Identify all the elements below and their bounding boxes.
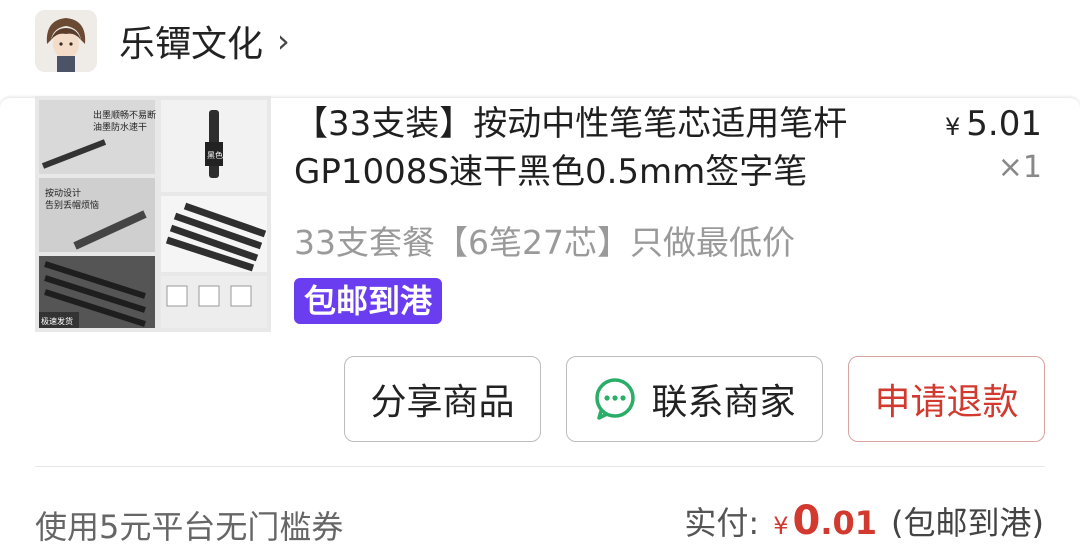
thumb-text-4: 告别丢帽烦恼 [45, 199, 99, 211]
shop-name[interactable]: 乐镡文化 [119, 15, 263, 67]
thumb-text-6: 黑色 [207, 150, 223, 160]
coupon-text[interactable]: 使用5元平台无门槛券 [35, 502, 343, 548]
request-refund-button[interactable]: 申请退款 [848, 356, 1045, 442]
share-product-button[interactable]: 分享商品 [344, 356, 541, 442]
shop-avatar[interactable] [35, 10, 97, 72]
share-product-label: 分享商品 [370, 382, 515, 423]
product-quantity: ×1 [997, 150, 1042, 185]
product-title-line-1: 【33支装】按动中性笔笔芯适用笔杆 [294, 104, 848, 144]
chat-bubble-icon [595, 378, 636, 420]
chevron-right-icon[interactable]: › [277, 22, 290, 60]
amount-paid: 实付: ¥ 0 .01 (包邮到港) [684, 498, 1044, 544]
product-thumbnail[interactable]: 出墨顺畅不易断 油墨防水速干 黑色 按动设计 告别丢帽烦恼 极速发货 [35, 96, 271, 332]
thumb-text-2: 油墨防水速干 [93, 121, 147, 133]
price-currency: ¥ [945, 113, 961, 141]
product-spec: 33支套餐【6笔27芯】只做最低价 [294, 223, 795, 262]
thumb-text-3: 按动设计 [45, 187, 81, 199]
request-refund-label: 申请退款 [874, 382, 1019, 423]
shipping-badge: 包邮到港 [294, 278, 443, 324]
contact-seller-button[interactable]: 联系商家 [566, 356, 823, 442]
shop-header[interactable]: 乐镡文化 › [35, 8, 290, 74]
thumb-text-5: 极速发货 [41, 316, 73, 326]
contact-seller-label: 联系商家 [651, 382, 796, 423]
divider [35, 466, 1045, 467]
paid-amount-integer: 0 [792, 498, 821, 544]
paid-currency: ¥ [773, 512, 789, 540]
product-title-line-2: GP1008S速干黑色0.5mm签字笔 [294, 152, 808, 192]
price-value: 5.01 [966, 104, 1042, 144]
paid-label: 实付: [684, 504, 760, 542]
product-title[interactable]: 【33支装】按动中性笔笔芯适用笔杆 GP1008S速干黑色0.5mm签字笔 [294, 100, 934, 196]
thumb-text-1: 出墨顺畅不易断 [93, 109, 156, 121]
shipping-note: (包邮到港) [891, 504, 1044, 542]
paid-amount-decimal: .01 [820, 504, 878, 542]
product-price: ¥5.01 [945, 104, 1042, 144]
